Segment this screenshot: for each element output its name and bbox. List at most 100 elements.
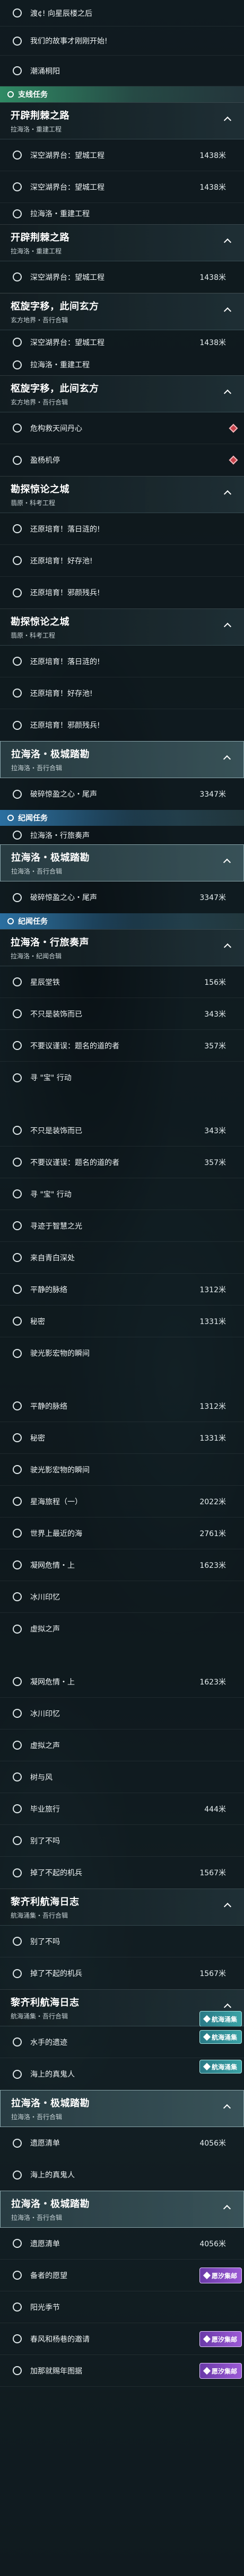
radio-icon <box>13 272 22 281</box>
quest-step-row[interactable]: 别了不吗 <box>0 1926 244 1957</box>
quest-step-label: 不只是装饰而已 <box>30 1010 82 1019</box>
quest-step-row[interactable] <box>0 2387 244 2576</box>
quest-step-row[interactable]: 掉了不起的机兵 1567米 <box>0 1857 244 1889</box>
quest-step-label: 不要议谨误：题名的道的者 <box>30 1042 119 1051</box>
quest-step-row[interactable]: 世界上最近的海 2761米 <box>0 1518 244 1549</box>
quest-title: 黎齐利航海日志 <box>11 1997 80 2008</box>
quest-step-row[interactable]: 加那就赐年图据271米愿汐集邮 <box>0 2355 244 2387</box>
distance-label: 1623米 <box>199 1561 226 1570</box>
quest-step-row[interactable]: 秘密 1331米 <box>0 1422 244 1454</box>
radio-icon <box>13 8 22 17</box>
quest-step-row[interactable]: 不要议谨误：题名的道的者 357米 <box>0 1146 244 1178</box>
quest-step-row[interactable]: 拉海洛・行旅奏声 <box>0 826 244 844</box>
quest-step-row[interactable]: 破碎惊盈之心・尾声 3347米 <box>0 778 244 810</box>
quest-step-row[interactable]: 还原培育！邪颜残兵! <box>0 577 244 608</box>
quest-step-row[interactable]: 毕业旅行 444米 <box>0 1793 244 1825</box>
quest-step-row[interactable]: 拉海洛・重建工程 <box>0 354 244 375</box>
quest-header[interactable]: 枢旋字移，此间玄方 玄方地界・吾行合辑 <box>0 375 244 412</box>
quest-step-row[interactable]: 星海旅程（一） 2022米 <box>0 1486 244 1518</box>
quest-step-row[interactable]: 还原培育！落日涟的! <box>0 513 244 545</box>
quest-step-row[interactable]: 来自青白深处 <box>0 1242 244 1274</box>
radio-icon <box>13 360 22 369</box>
quest-step-row[interactable]: 还原培育！邪颜残兵! <box>0 709 244 741</box>
quest-step-row[interactable]: 树与风 <box>0 1761 244 1793</box>
mission-category-header: 纪闻任务 <box>0 913 244 929</box>
quest-header[interactable]: 开辟荆棘之路 拉海洛・重建工程 <box>0 224 244 261</box>
radio-icon <box>13 36 22 46</box>
quest-step-row[interactable]: 驶光影宏物的瞬间 <box>0 1454 244 1486</box>
quest-step-row[interactable]: 星辰堂铁 156米 <box>0 966 244 998</box>
quest-step-label: 来自青白深处 <box>30 1254 75 1263</box>
quest-step-row[interactable]: 危构救天间丹心 <box>0 412 244 444</box>
quest-step-row[interactable]: 凝网危情・上 1623米 <box>0 1549 244 1581</box>
quest-step-row[interactable]: 驶光影宏物的瞬间 <box>0 1337 244 1369</box>
quest-step-label: 平静的脉络 <box>30 1285 67 1294</box>
quest-step-row[interactable]: 掉了不起的机兵 1567米 <box>0 1957 244 1989</box>
quest-subtitle: 拉海洛・吾行合辑 <box>11 868 63 875</box>
quest-title: 拉海洛・极城踏勘 <box>11 852 90 863</box>
quest-step-row[interactable]: 寻 "宝" 行动 <box>0 1062 244 1093</box>
quest-step-row[interactable]: 春风和杨巷的邀请 愿汐集邮 <box>0 2323 244 2355</box>
quest-header[interactable]: 拉海洛・极城踏勘 拉海洛・吾行合辑 <box>0 741 244 778</box>
quest-step-row[interactable]: 平静的脉络 1312米 <box>0 1274 244 1305</box>
quest-step-row[interactable]: 还原培育！好存池! <box>0 677 244 709</box>
quest-header[interactable]: 勘探惊论之城 翡原・科考工程 <box>0 476 244 513</box>
quest-step-row[interactable]: 不只是装饰而已 343米 <box>0 1115 244 1146</box>
quest-step-row[interactable] <box>0 1369 244 1390</box>
quest-step-row[interactable]: 遗愿清单 4056米 <box>0 2228 244 2260</box>
quest-subtitle: 翡原・科考工程 <box>11 499 56 507</box>
quest-step-row[interactable]: 凝网危情・上 1623米 <box>0 1666 244 1698</box>
quest-step-row[interactable]: 冰川印忆 <box>0 1698 244 1730</box>
quest-subtitle: 航海涌集・吾行合辑 <box>11 1912 68 1919</box>
quest-step-row[interactable]: 渡¢! 向星辰楼之后 <box>0 0 244 27</box>
quest-header[interactable]: 拉海洛・行旅奏声 拉海洛・纪闻合辑 <box>0 929 244 966</box>
quest-step-row[interactable]: 寻 "宝" 行动 <box>0 1178 244 1210</box>
quest-step-row[interactable]: 我们的故事才刚刚开始! <box>0 27 244 56</box>
quest-step-row[interactable]: 平静的脉络 1312米 <box>0 1390 244 1422</box>
radio-icon <box>13 1529 22 1538</box>
quest-step-row[interactable]: 遗愿清单 4056米 <box>0 2127 244 2159</box>
distance-label: 357米 <box>204 1042 226 1051</box>
quest-header[interactable]: 开辟荆棘之路 拉海洛・重建工程 <box>0 102 244 139</box>
quest-subtitle: 玄方地界・吾行合辑 <box>11 316 68 324</box>
quest-step-row[interactable]: 不要议谨误：题名的道的者 357米 <box>0 1030 244 1062</box>
quest-step-row[interactable]: 盈杨机停 <box>0 444 244 476</box>
quest-step-row[interactable]: 备者的愿望 愿汐集邮 <box>0 2260 244 2291</box>
quest-step-row[interactable]: 深空湖界台：望城工程 1438米 <box>0 261 244 293</box>
quest-header[interactable]: 黎齐利航海日志 航海涌集・吾行合辑 <box>0 1889 244 1926</box>
quest-step-row[interactable]: 拉海洛・重建工程 <box>0 203 244 224</box>
quest-step-row[interactable]: 还原培育！落日涟的! <box>0 646 244 677</box>
distance-label: 2761米 <box>199 1529 226 1538</box>
quest-header[interactable]: 拉海洛・极城踏勘拉海洛・吾行合辑 <box>0 844 244 881</box>
quest-step-row[interactable] <box>0 1645 244 1666</box>
quest-step-row[interactable]: 冰川印忆 <box>0 1581 244 1613</box>
quest-step-row[interactable]: 潮涌桐阳 <box>0 56 244 86</box>
quest-step-row[interactable]: 虚拟之声 <box>0 1730 244 1761</box>
quest-header[interactable]: 拉海洛・极城踏勘 拉海洛・吾行合辑 <box>0 2090 244 2127</box>
quest-step-row[interactable]: 不只是装饰而已 343米 <box>0 998 244 1030</box>
quest-step-label: 拉海洛・行旅奏声 <box>30 831 90 840</box>
radio-icon <box>13 1073 22 1082</box>
quest-step-row[interactable]: 还原培育！好存池! <box>0 545 244 577</box>
quest-title: 拉海洛・极城踏勘 <box>11 2098 90 2109</box>
distance-label: 444米 <box>204 1805 226 1814</box>
quest-step-row[interactable]: 海上的真鬼人 <box>0 2159 244 2191</box>
quest-header[interactable]: 枢旋字移，此间玄方 玄方地界・吾行合辑 <box>0 293 244 330</box>
quest-step-row[interactable] <box>0 1093 244 1115</box>
quest-header[interactable]: 黎齐利航海日志 航海涌集・吾行合辑 航海涌集 <box>0 1989 244 2027</box>
quest-step-row[interactable]: 深空湖界台：望城工程 1438米 <box>0 330 244 354</box>
warning-icon <box>229 424 238 433</box>
quest-step-row[interactable]: 虚拟之声 <box>0 1613 244 1645</box>
quest-header[interactable]: 勘探惊论之城 翡原・科考工程 <box>0 608 244 646</box>
quest-step-row[interactable]: 破碎惊盈之心・尾声 3347米 <box>0 881 244 913</box>
quest-step-row[interactable]: 深空湖界台：望城工程 1438米 <box>0 139 244 171</box>
quest-step-row[interactable]: 别了不吗 <box>0 1825 244 1857</box>
quest-title: 拉海洛・极城踏勘 <box>11 749 90 760</box>
quest-step-row[interactable]: 阳光季节 <box>0 2291 244 2323</box>
quest-step-row[interactable]: 深空湖界台：望城工程 1438米 <box>0 171 244 203</box>
event-badge-label: 航海涌集 <box>211 2033 237 2041</box>
quest-header[interactable]: 拉海洛・极城踏勘 拉海洛・吾行合辑 <box>0 2191 244 2228</box>
quest-title: 勘探惊论之城 <box>11 616 69 628</box>
quest-step-row[interactable]: 秘密 1331米 <box>0 1305 244 1337</box>
quest-step-row[interactable]: 寻迹于智慧之光 <box>0 1210 244 1242</box>
